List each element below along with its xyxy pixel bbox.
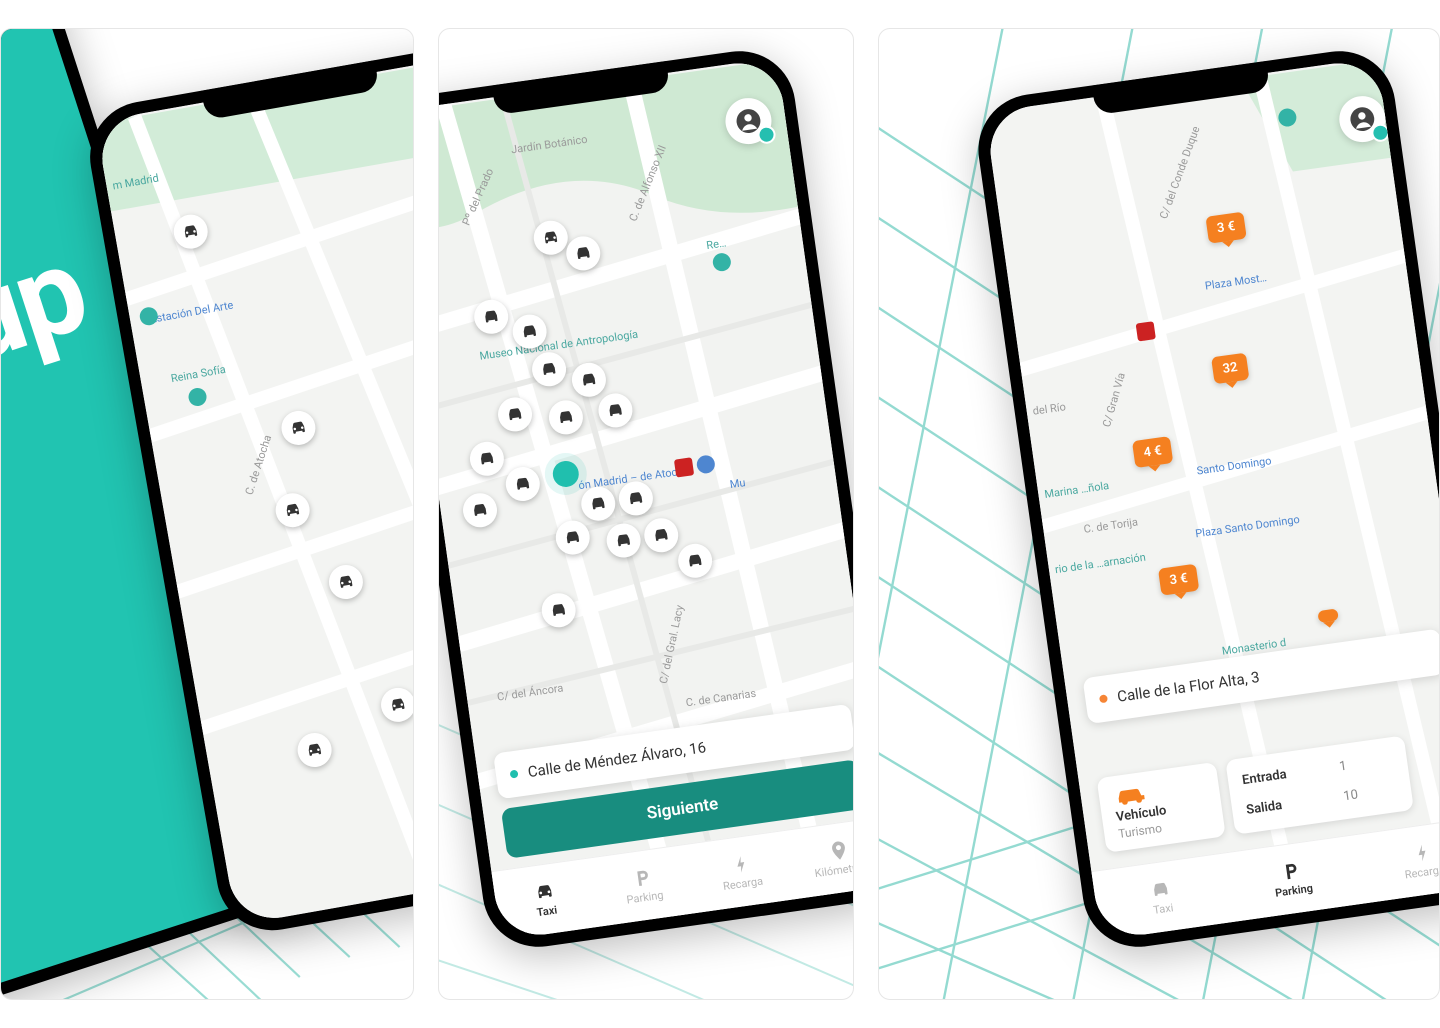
- metro-icon: [1136, 321, 1156, 341]
- nav-taxi[interactable]: Taxi: [491, 858, 599, 940]
- charging-icon: [728, 852, 753, 877]
- parking-price-pin[interactable]: 32: [1211, 353, 1249, 385]
- car-icon: [1148, 877, 1173, 902]
- nav-parking[interactable]: Parking: [590, 845, 698, 927]
- screenshots-gallery: up Estación Del Ar: [0, 0, 1440, 1028]
- parking-price-pin[interactable]: 3 €: [1205, 212, 1246, 244]
- screenshot-panel-3: C/ del Conde Duque Plaza Most… C/ Gran V…: [878, 28, 1440, 1000]
- poi-mu: Mu: [729, 476, 746, 491]
- brand-logo: up: [0, 220, 101, 393]
- parking-icon: [1279, 859, 1304, 884]
- screenshot-panel-2: Jardín Botánico Pº del Prado C. de Alfon…: [438, 28, 854, 1000]
- origin-dot-icon: [510, 770, 519, 779]
- screenshot-panel-1: up Estación Del Ar: [0, 28, 414, 1000]
- nav-km[interactable]: Kilómetros: [786, 817, 854, 899]
- address-text: Calle de la Flor Alta, 3: [1116, 668, 1261, 706]
- poi-rei-bot: Re…: [705, 236, 727, 252]
- phone-taxi-map: Jardín Botánico Pº del Prado C. de Alfon…: [438, 44, 854, 954]
- metro-icon: [674, 457, 694, 477]
- parking-price-pin[interactable]: 4 €: [1132, 436, 1173, 468]
- parking-icon: [630, 866, 655, 891]
- parking-price-pin[interactable]: 3 €: [1158, 564, 1199, 596]
- destination-dot-icon: [1099, 694, 1108, 703]
- location-icon: [826, 838, 851, 863]
- car-icon: [532, 880, 557, 905]
- charging-icon: [1410, 841, 1435, 866]
- nav-recarga[interactable]: Recarga: [688, 831, 796, 913]
